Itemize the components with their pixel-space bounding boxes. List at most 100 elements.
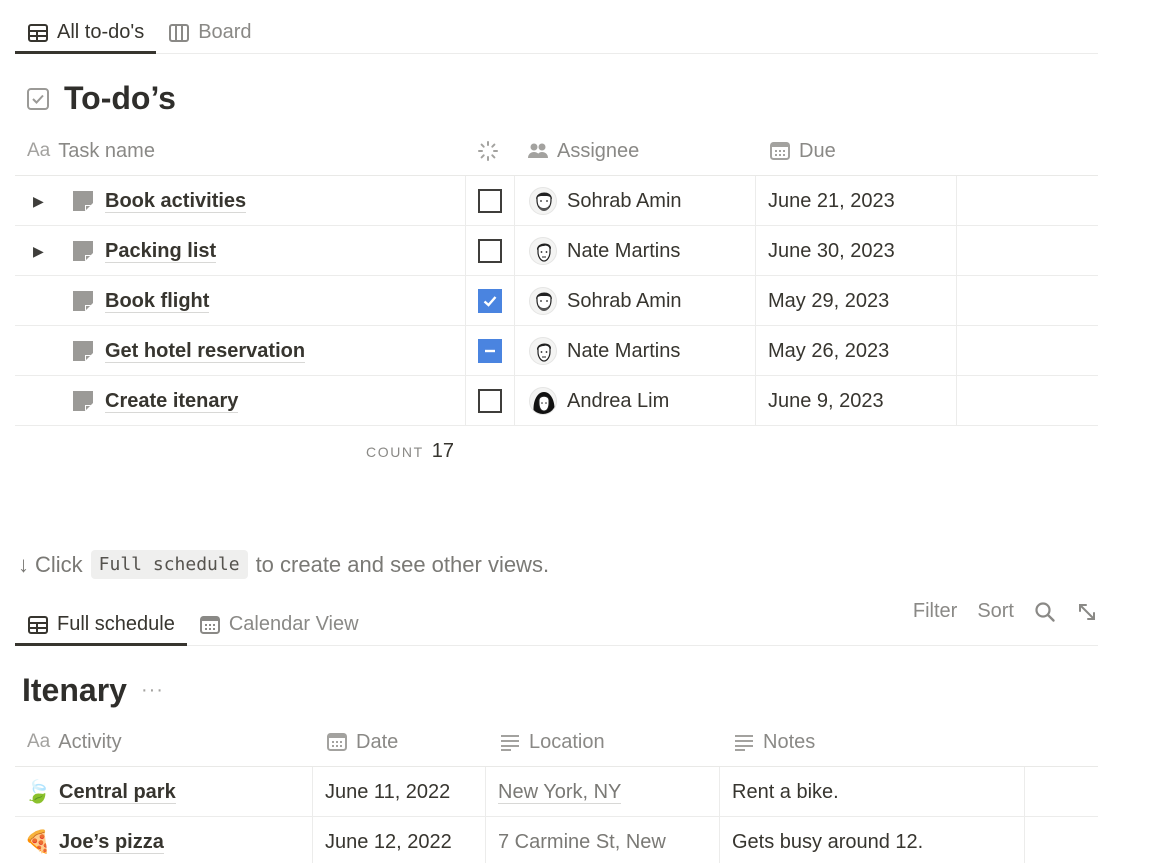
assignee-cell[interactable]: Nate Martins (529, 226, 680, 276)
count-summary[interactable]: COUNT 17 (366, 440, 454, 463)
column-status[interactable] (477, 126, 499, 176)
todos-table-header: Aa Task name Assignee Due (15, 126, 1098, 176)
board-icon (169, 23, 190, 42)
activity-link[interactable]: Joe’s pizza (59, 831, 164, 854)
page-title: To-do’s (64, 80, 176, 116)
column-assignee[interactable]: Assignee (527, 126, 639, 176)
table-icon (28, 23, 48, 42)
column-label: Notes (763, 730, 816, 753)
due-cell[interactable]: June 21, 2023 (768, 176, 895, 226)
assignee-cell[interactable]: Sohrab Amin (529, 276, 682, 326)
table-row[interactable]: ▶ Packing list Nate Martins June 30, 2023 (15, 226, 1098, 276)
column-due[interactable]: Due (769, 126, 836, 176)
due-cell[interactable]: May 26, 2023 (768, 326, 889, 376)
status-checkbox[interactable] (478, 289, 502, 313)
table-row[interactable]: 🍃 Central park June 11, 2022 New York, NY Re… (15, 767, 1098, 817)
column-activity[interactable]: Aa Activity (27, 717, 122, 767)
status-cell (478, 226, 502, 276)
task-name-link[interactable]: Get hotel reservation (105, 340, 306, 363)
inline-code: Full schedule (90, 550, 248, 579)
table-row[interactable]: ▶ Book activities Sohrab Amin June 21, 2023 (15, 176, 1098, 226)
people-icon (528, 143, 548, 158)
table-row[interactable]: Book flight Sohrab Amin May 29, 2023 (15, 276, 1098, 326)
column-location[interactable]: Location (499, 717, 605, 767)
activity-link[interactable]: Central park (59, 781, 176, 804)
status-checkbox[interactable] (478, 339, 502, 363)
view-toolbar: Filter Sort (913, 600, 1098, 623)
task-name-link[interactable]: Book activities (105, 190, 247, 213)
column-divider (514, 326, 515, 376)
expand-toggle-icon[interactable]: ▶ (33, 226, 44, 276)
tab-board[interactable]: Board (156, 12, 263, 53)
tab-calendar-view[interactable]: Calendar View (187, 604, 371, 645)
due-date: May 29, 2023 (768, 289, 890, 312)
task-name-link[interactable]: Book flight (105, 290, 210, 313)
search-icon[interactable] (1034, 601, 1056, 623)
column-divider (514, 376, 515, 426)
due-cell[interactable]: May 29, 2023 (768, 276, 889, 326)
notes-cell[interactable]: Gets busy around 12. (732, 817, 923, 863)
expand-toggle-icon[interactable]: ▶ (33, 176, 44, 226)
column-divider (465, 376, 466, 426)
text-type-icon: Aa (27, 731, 51, 752)
table-icon (28, 615, 48, 634)
tab-all-todos[interactable]: All to-do's (15, 12, 157, 54)
due-date: June 21, 2023 (768, 189, 895, 212)
due-cell[interactable]: June 9, 2023 (768, 376, 884, 426)
sort-button[interactable]: Sort (977, 600, 1014, 623)
task-name-link[interactable]: Packing list (105, 240, 217, 263)
table-row[interactable]: Get hotel reservation Nate Martins May 26,… (15, 326, 1098, 376)
column-divider (755, 376, 756, 426)
assignee-cell[interactable]: Sohrab Amin (529, 176, 682, 226)
column-divider (1024, 817, 1025, 863)
notes-cell[interactable]: Rent a bike. (732, 767, 839, 817)
minus-icon (485, 349, 495, 353)
text-lines-icon (501, 735, 519, 751)
tab-label: Full schedule (57, 613, 175, 635)
avatar (529, 187, 557, 215)
calendar-icon (770, 142, 790, 160)
tab-full-schedule[interactable]: Full schedule (15, 604, 187, 646)
date-cell[interactable]: June 11, 2022 (325, 767, 450, 817)
status-checkbox[interactable] (478, 189, 502, 213)
column-task-name[interactable]: Aa Task name (27, 126, 155, 176)
table-row[interactable]: 🍕 Joe’s pizza June 12, 2022 7 Carmine St, N… (15, 817, 1098, 863)
column-label: Assignee (557, 139, 640, 162)
todos-view-tabs: All to-do's Board (15, 12, 1098, 54)
hint-prefix: Click (35, 551, 83, 577)
column-date[interactable]: Date (326, 717, 398, 767)
column-divider (719, 817, 720, 863)
location-cell[interactable]: New York, NY (498, 767, 622, 817)
column-divider (956, 226, 957, 276)
more-options-icon[interactable]: ··· (141, 679, 164, 702)
location-text[interactable]: New York, NY (498, 781, 622, 804)
notes-text: Rent a bike. (732, 780, 839, 803)
location-cell[interactable]: 7 Carmine St, New (498, 817, 666, 863)
filter-button[interactable]: Filter (913, 600, 957, 623)
calendar-icon (327, 733, 347, 751)
column-divider (755, 226, 756, 276)
table-row[interactable]: Create itenary Andrea Lim June 9, 2023 (15, 376, 1098, 426)
column-divider (755, 276, 756, 326)
status-checkbox[interactable] (478, 389, 502, 413)
assignee-cell[interactable]: Nate Martins (529, 326, 680, 376)
status-checkbox[interactable] (478, 239, 502, 263)
due-date: May 26, 2023 (768, 339, 890, 362)
column-divider (485, 817, 486, 863)
assignee-cell[interactable]: Andrea Lim (529, 376, 669, 426)
pizza-icon: 🍕 (24, 829, 52, 854)
avatar (529, 337, 557, 365)
expand-icon[interactable] (1076, 601, 1098, 623)
tab-label: Calendar View (228, 613, 359, 635)
text-lines-icon (735, 735, 753, 751)
due-date: June 9, 2023 (768, 389, 884, 412)
status-cell (478, 276, 502, 326)
task-name-link[interactable]: Create itenary (105, 390, 239, 413)
activity-cell: 🍃 Central park (24, 767, 176, 817)
assignee-name: Nate Martins (567, 339, 681, 362)
date-cell[interactable]: June 12, 2022 (325, 817, 452, 863)
assignee-name: Andrea Lim (567, 389, 670, 412)
due-cell[interactable]: June 30, 2023 (768, 226, 895, 276)
column-notes[interactable]: Notes (733, 717, 815, 767)
tab-label: All to-do's (57, 21, 145, 43)
